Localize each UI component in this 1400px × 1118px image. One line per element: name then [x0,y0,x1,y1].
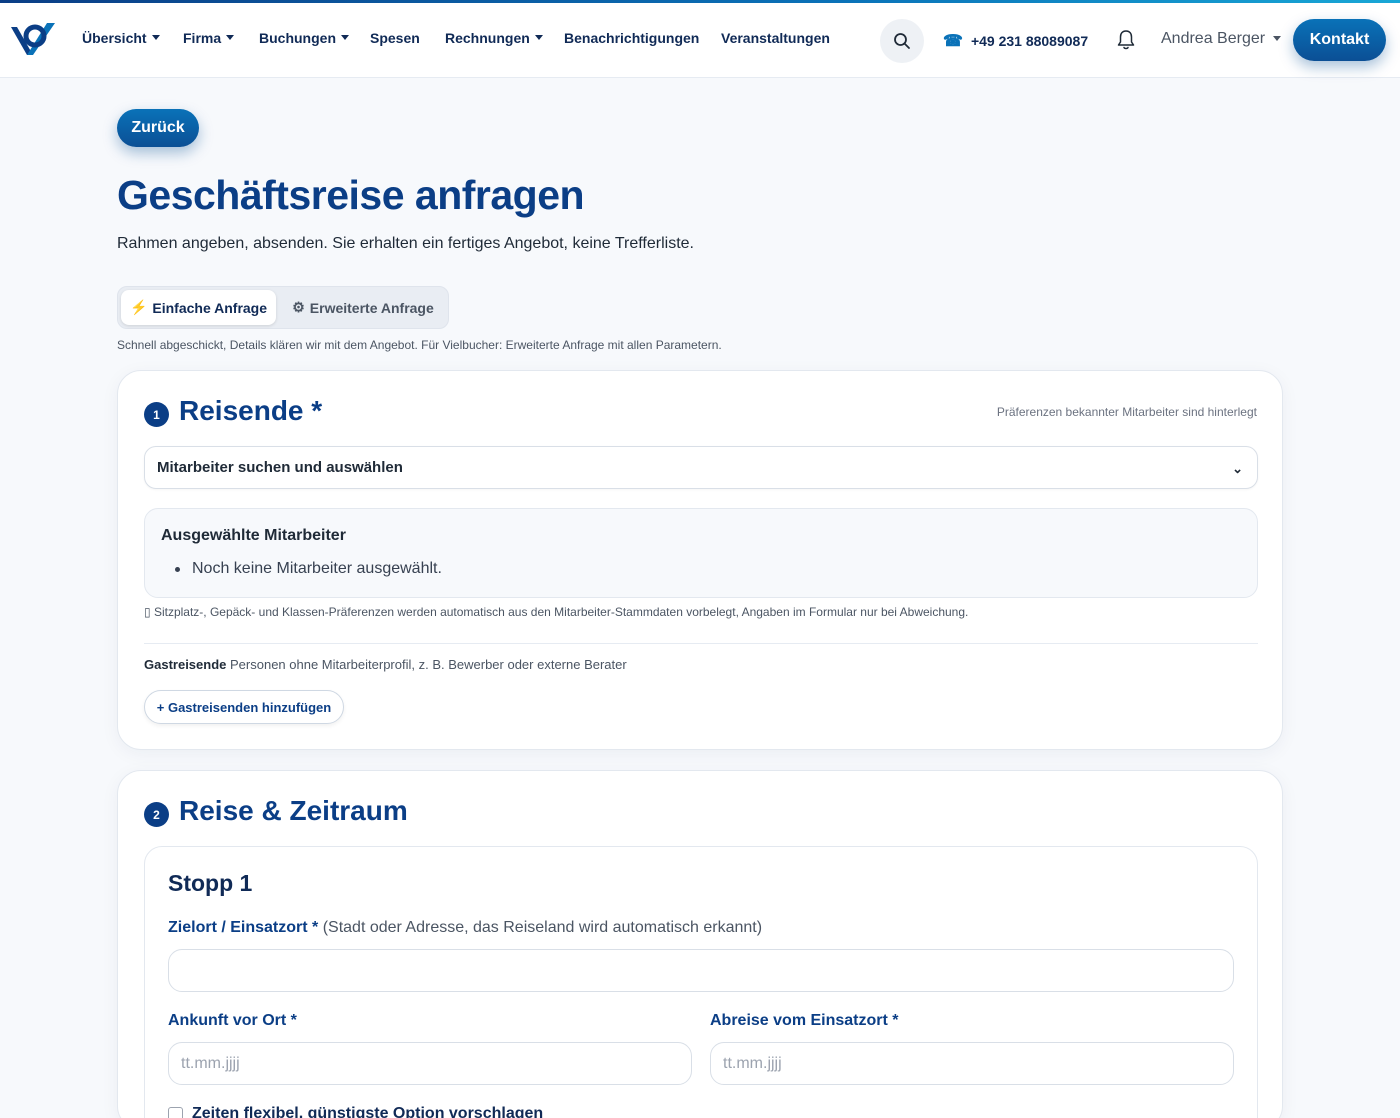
employee-select[interactable]: Mitarbeiter suchen und auswählen ⌄ [144,446,1258,489]
tab-label: Erweiterte Anfrage [309,299,434,316]
arrival-date-input[interactable] [168,1042,692,1085]
arrival-label: Ankunft vor Ort * [168,1012,297,1029]
nav-buchungen[interactable]: Buchungen [259,30,349,46]
stop-title: Stopp 1 [168,870,253,896]
guest-description: Personen ohne Mitarbeiterprofil, z. B. B… [230,657,627,672]
nav-uebersicht[interactable]: Übersicht [82,30,160,46]
nav-firma[interactable]: Firma [183,30,235,46]
destination-label-text: Zielort / Einsatzort * [168,919,319,936]
mode-hint: Schnell abgeschickt, Details klären wir … [117,338,722,352]
nav-label: Spesen [370,30,420,46]
flexible-times-option[interactable]: Zeiten flexibel, günstigste Option vorsc… [168,1105,543,1118]
nav-benachrichtigungen[interactable]: Benachrichtigungen [564,30,699,46]
gear-icon: ⚙ [292,299,305,315]
destination-label: Zielort / Einsatzort * (Stadt oder Adres… [168,919,762,937]
phone-icon: ☎ [943,33,963,50]
flexible-times-checkbox[interactable] [168,1106,183,1118]
nav-spesen[interactable]: Spesen [370,30,420,46]
list-item: Noch keine Mitarbeiter ausgewählt. [175,560,442,578]
empty-selection-text: Noch keine Mitarbeiter ausgewählt. [192,560,442,577]
user-name: Andrea Berger [1161,30,1266,47]
travelers-section: 1 Reisende * Präferenzen bekannter Mitar… [117,370,1283,750]
caret-down-icon [341,34,349,40]
tab-label: Einfache Anfrage [152,299,268,316]
brand-logo[interactable] [9,19,57,61]
back-button[interactable]: Zurück [117,109,199,147]
phone-link[interactable]: ☎ +49 231 88089087 [943,31,1088,51]
phone-number: +49 231 88089087 [970,33,1089,49]
destination-hint: (Stadt oder Adresse, das Reiseland wird … [322,919,763,936]
bullet-icon [175,566,180,572]
user-menu[interactable]: Andrea Berger [1161,30,1282,48]
nav-veranstaltungen[interactable]: Veranstaltungen [721,30,830,46]
caret-down-icon [534,34,543,40]
guest-label: Gastreisende [144,657,227,672]
selected-employees-title: Ausgewählte Mitarbeiter [161,527,346,544]
step-number-badge: 2 [144,802,169,827]
extended-request-tab[interactable]: ⚙ Erweiterte Anfrage [280,290,446,325]
contact-button[interactable]: Kontakt [1293,19,1386,61]
section-title: Reise & Zeitraum [179,795,408,826]
search-icon [894,33,910,49]
lightning-icon: ⚡ [129,299,148,315]
caret-down-icon [226,34,235,40]
preference-autofill-note: ▯ Sitzplatz-, Gepäck- und Klassen-Präfer… [144,605,969,619]
nav-label: Übersicht [82,30,147,46]
nav-label: Veranstaltungen [721,30,830,46]
top-navbar: Übersicht Firma Buchungen Spesen Rechnun… [0,3,1400,78]
search-button[interactable] [880,19,924,63]
nav-label: Benachrichtigungen [564,30,700,46]
page-subtitle: Rahmen angeben, absenden. Sie erhalten e… [117,235,694,252]
nav-label: Firma [183,30,222,46]
nav-label: Buchungen [259,30,336,46]
preferences-note: Präferenzen bekannter Mitarbeiter sind h… [996,405,1257,419]
page-title: Geschäftsreise anfragen [117,172,585,218]
stop-card: Stopp 1 Zielort / Einsatzort * (Stadt od… [144,846,1258,1118]
selected-employees-panel: Ausgewählte Mitarbeiter Noch keine Mitar… [144,508,1258,598]
chevron-down-icon: ⌄ [1232,461,1243,476]
section-title: Reisende * [179,395,323,426]
divider [144,643,1258,644]
caret-down-icon [151,34,160,40]
select-label: Mitarbeiter suchen und auswählen [157,459,403,476]
nav-rechnungen[interactable]: Rechnungen [445,30,543,46]
bell-icon[interactable] [1116,29,1136,51]
step-number-badge: 1 [144,402,169,427]
nav-label: Rechnungen [445,30,530,46]
departure-date-input[interactable] [710,1042,1234,1085]
add-guest-button[interactable]: + Gastreisenden hinzufügen [144,690,344,724]
guest-travelers-info: Gastreisende Personen ohne Mitarbeiterpr… [144,657,627,672]
flexible-times-label: Zeiten flexibel, günstigste Option vorsc… [192,1105,544,1118]
simple-request-tab[interactable]: ⚡ Einfache Anfrage [121,290,276,325]
destination-input[interactable] [168,949,1234,992]
trip-period-section: 2 Reise & Zeitraum Stopp 1 Zielort / Ein… [117,770,1283,1118]
request-mode-toggle: ⚡ Einfache Anfrage ⚙ Erweiterte Anfrage [117,286,449,329]
caret-down-icon [1273,35,1282,41]
departure-label: Abreise vom Einsatzort * [710,1012,899,1029]
